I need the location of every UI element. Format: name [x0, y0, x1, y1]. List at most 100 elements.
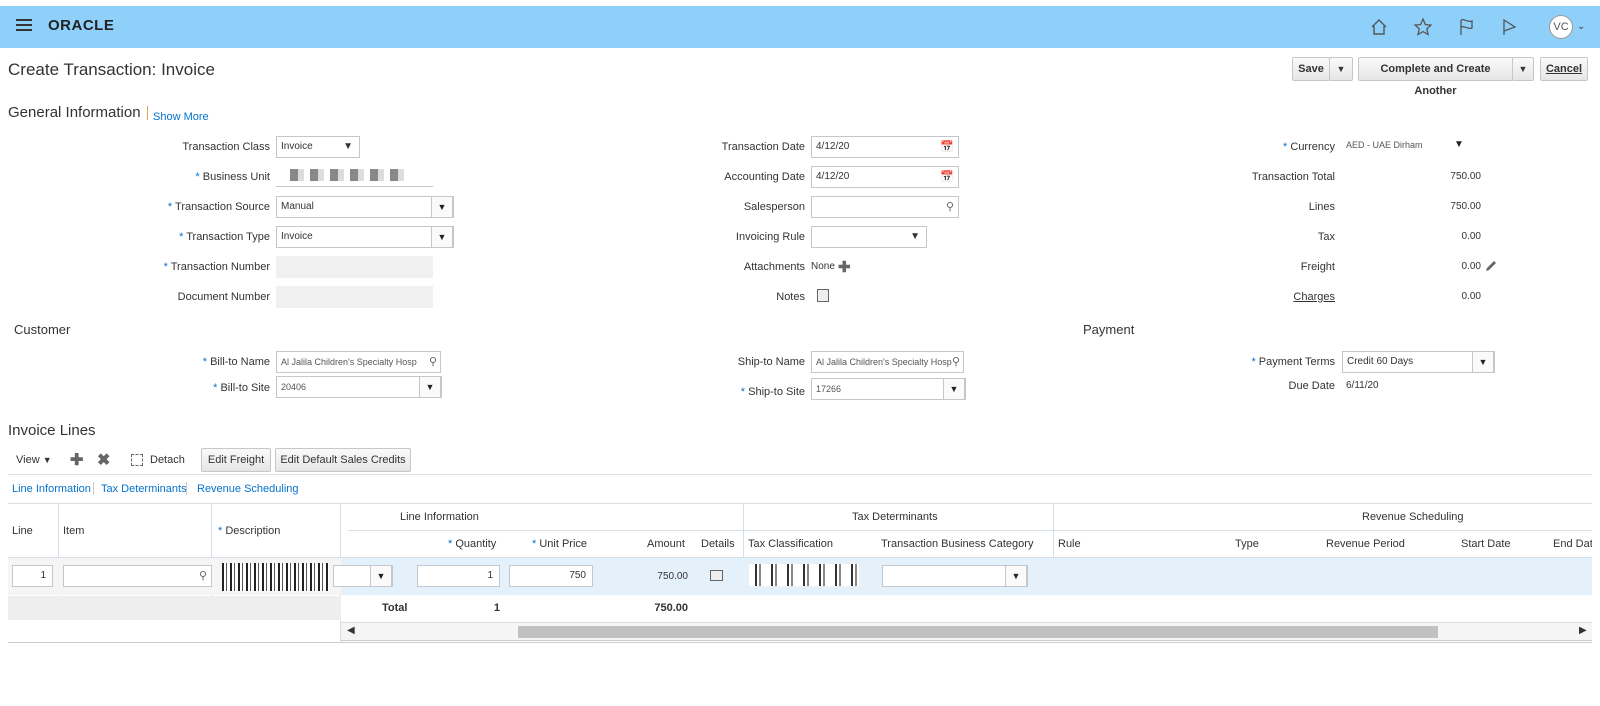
dropdown-arrow-icon[interactable]: ▼ — [1472, 352, 1494, 372]
tab-revenue-scheduling[interactable]: Revenue Scheduling — [197, 483, 299, 495]
currency-select[interactable]: AED - UAE Dirham ▼ — [1342, 136, 1468, 158]
view-menu[interactable]: View ▼ — [16, 454, 52, 466]
transaction-date-input[interactable]: 4/12/20 📅 — [811, 136, 959, 158]
transaction-class-value: Invoice — [281, 141, 313, 152]
complete-create-another-button[interactable]: Complete and Create Another — [1358, 57, 1513, 97]
bill-to-name-input[interactable]: Al Jalila Children's Specialty Hosp ⚲ — [276, 351, 441, 373]
search-icon[interactable]: ⚲ — [946, 197, 954, 217]
item-input[interactable]: ⚲ — [63, 565, 212, 587]
transaction-business-category-select[interactable]: ▼ — [882, 565, 1028, 587]
dropdown-arrow-icon[interactable]: ▼ — [431, 197, 453, 217]
transaction-class-label: Transaction Class — [182, 141, 270, 153]
complete-dropdown-button[interactable]: ▼ — [1512, 57, 1534, 81]
dropdown-arrow-icon[interactable]: ▼ — [419, 377, 441, 397]
accounting-date-label: Accounting Date — [724, 171, 805, 183]
dropdown-arrow-icon[interactable]: ▼ — [1005, 566, 1027, 586]
transaction-source-select[interactable]: Manual ▼ — [276, 196, 454, 218]
group-header-tax-determinants: Tax Determinants — [852, 511, 938, 523]
column-header-revenue-period[interactable]: Revenue Period — [1326, 538, 1405, 550]
column-header-end-date[interactable]: End Dat — [1553, 538, 1592, 550]
column-header-tax-classification[interactable]: Tax Classification — [748, 538, 833, 550]
edit-freight-button[interactable]: Edit Freight — [201, 448, 271, 472]
line-select[interactable]: ▼ — [333, 565, 393, 587]
total-quantity: 1 — [493, 602, 500, 614]
dropdown-arrow-icon[interactable]: ▼ — [431, 227, 453, 247]
payment-terms-select[interactable]: Credit 60 Days ▼ — [1342, 351, 1495, 373]
column-header-unit-price[interactable]: * Unit Price — [532, 538, 587, 550]
dropdown-arrow-icon[interactable]: ▼ — [943, 379, 965, 399]
detach-icon[interactable] — [131, 454, 143, 466]
search-icon[interactable]: ⚲ — [199, 566, 207, 586]
show-more-link[interactable]: Show More — [153, 111, 209, 123]
user-avatar[interactable]: VC — [1549, 15, 1573, 39]
chevron-down-icon[interactable]: ⌄ — [1577, 21, 1585, 32]
column-header-type[interactable]: Type — [1235, 538, 1259, 550]
calendar-icon[interactable]: 📅 — [940, 137, 954, 157]
column-header-start-date[interactable]: Start Date — [1461, 538, 1511, 550]
total-amount: 750.00 — [654, 602, 688, 614]
transaction-class-select[interactable]: Invoice ▼ — [276, 136, 360, 158]
transaction-source-value: Manual — [281, 201, 314, 212]
transaction-type-select[interactable]: Invoice ▼ — [276, 226, 454, 248]
freight-label: Freight — [1300, 261, 1335, 273]
unit-price-input[interactable]: 750 — [509, 565, 593, 587]
quantity-input[interactable]: 1 — [417, 565, 500, 587]
dropdown-arrow-icon[interactable]: ▼ — [370, 565, 392, 587]
business-unit-field[interactable] — [276, 165, 433, 187]
details-icon[interactable] — [710, 570, 723, 581]
flag-icon[interactable] — [1456, 17, 1476, 37]
charges-link[interactable]: Charges — [1150, 291, 1335, 303]
column-header-item[interactable]: Item — [63, 525, 84, 537]
star-icon[interactable] — [1413, 17, 1433, 37]
salesperson-input[interactable]: ⚲ — [811, 196, 959, 218]
attachments-value: None — [811, 261, 835, 272]
bill-to-site-value: 20406 — [281, 382, 307, 392]
column-header-details[interactable]: Details — [701, 538, 735, 550]
tab-tax-determinants[interactable]: Tax Determinants — [101, 483, 187, 495]
calendar-icon[interactable]: 📅 — [940, 167, 954, 187]
edit-pencil-icon[interactable] — [1484, 259, 1498, 273]
search-icon[interactable]: ⚲ — [952, 352, 960, 372]
payment-terms-label-text: Payment Terms — [1258, 356, 1335, 368]
scroll-right-icon[interactable]: ▶ — [1579, 625, 1587, 636]
invoicing-rule-select[interactable]: ▼ — [811, 226, 927, 248]
scroll-left-icon[interactable]: ◀ — [347, 625, 355, 636]
line-number-input[interactable]: 1 — [12, 565, 53, 587]
column-header-amount[interactable]: Amount — [647, 538, 685, 550]
notifications-flag-icon[interactable] — [1499, 17, 1519, 37]
delete-row-icon[interactable]: ✖ — [97, 450, 110, 470]
ship-to-name-input[interactable]: Al Jalila Children's Specialty Hosp ⚲ — [811, 351, 964, 373]
cancel-button[interactable]: Cancel — [1540, 57, 1588, 81]
add-attachment-icon[interactable]: ✚ — [838, 258, 851, 276]
payment-terms-value: Credit 60 Days — [1347, 356, 1414, 367]
bill-to-site-select[interactable]: 20406 ▼ — [276, 376, 442, 398]
dropdown-arrow-icon: ▼ — [343, 141, 353, 152]
tab-line-information[interactable]: Line Information — [12, 483, 91, 495]
add-row-icon[interactable]: ✚ — [70, 450, 83, 470]
tax-label: Tax — [1317, 231, 1335, 243]
menu-icon[interactable] — [16, 19, 32, 33]
column-header-rule[interactable]: Rule — [1058, 538, 1081, 550]
column-header-description[interactable]: * Description — [218, 525, 280, 537]
column-header-quantity[interactable]: * Quantity — [448, 538, 496, 550]
search-icon[interactable]: ⚲ — [429, 352, 437, 372]
detach-button[interactable]: Detach — [150, 454, 185, 466]
divider — [186, 482, 187, 495]
transaction-type-label-text: Transaction Type — [186, 231, 270, 243]
column-header-transaction-business-category[interactable]: Transaction Business Category — [881, 538, 1033, 550]
notes-icon[interactable] — [817, 289, 829, 302]
horizontal-scrollbar[interactable]: ◀ ▶ — [341, 622, 1592, 641]
accounting-date-input[interactable]: 4/12/20 📅 — [811, 166, 959, 188]
column-header-unit-price-text: Unit Price — [539, 538, 588, 550]
scrollbar-thumb[interactable] — [518, 626, 1438, 638]
column-header-line[interactable]: Line — [12, 525, 33, 537]
save-button[interactable]: Save — [1292, 57, 1330, 81]
group-header-revenue-scheduling: Revenue Scheduling — [1362, 511, 1464, 523]
document-number-field[interactable] — [276, 286, 433, 308]
transaction-number-field[interactable] — [276, 256, 433, 278]
freight-value: 0.00 — [1461, 261, 1481, 272]
home-icon[interactable] — [1369, 17, 1389, 37]
save-dropdown-button[interactable]: ▼ — [1329, 57, 1353, 81]
edit-default-sales-credits-button[interactable]: Edit Default Sales Credits — [275, 448, 411, 472]
ship-to-site-select[interactable]: 17266 ▼ — [811, 378, 966, 400]
